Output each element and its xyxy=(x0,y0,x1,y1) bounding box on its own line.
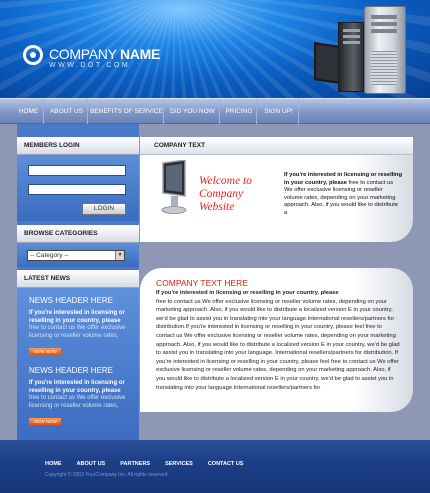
category-select[interactable]: -- Category -- ▼ xyxy=(27,250,125,261)
logo-url: WWW.DOT.COM xyxy=(49,62,131,69)
nav-about-us[interactable]: ABOUT US xyxy=(46,99,88,125)
logo-company-name[interactable]: COMPANY NAME xyxy=(49,46,160,62)
monitor-image-small xyxy=(314,42,340,84)
server-tower-image xyxy=(364,6,406,94)
dark-tower-image xyxy=(338,22,364,92)
news-header[interactable]: NEWS HEADER HERE xyxy=(29,296,133,306)
latest-news-heading: LATEST NEWS xyxy=(17,270,139,288)
view-now-button[interactable]: VIEW NOW xyxy=(29,348,61,355)
card2-body: free to contact us We offer exclusive li… xyxy=(156,298,400,391)
news-item: NEWS HEADER HERE If you're interested in… xyxy=(29,366,133,428)
nav-sign-up[interactable]: SIGN UP! xyxy=(259,99,299,125)
card1-text: If you're interested in licensing or res… xyxy=(284,172,402,218)
footer-link-about-us[interactable]: ABOUT US xyxy=(77,461,106,467)
card2-text: If you're interested in licensing or res… xyxy=(156,289,401,392)
card2-lead: If you're interested in licensing or res… xyxy=(156,290,339,296)
chevron-down-icon[interactable]: ▼ xyxy=(115,251,124,260)
company-text-here-heading: COMPANY TEXT HERE xyxy=(156,278,248,288)
view-now-button[interactable]: VIEW NOW xyxy=(29,418,61,425)
browse-categories-heading: BROWSE CATEGORIES xyxy=(17,225,139,243)
news-lead: If you're interested in licensing or res… xyxy=(29,310,125,324)
footer-link-partners[interactable]: PARTNERS xyxy=(120,461,150,467)
company-text-heading: COMPANY TEXT xyxy=(140,137,413,155)
password-input[interactable] xyxy=(28,184,126,195)
nav-home[interactable]: HOME xyxy=(14,99,44,125)
welcome-headline: Welcome to Company Website xyxy=(199,175,252,213)
monitor-image xyxy=(161,160,187,214)
nav-pricing[interactable]: PRICING xyxy=(222,99,257,125)
news-item: NEWS HEADER HERE If you're interested in… xyxy=(29,296,133,358)
logo-dot-icon xyxy=(30,52,36,58)
news-text: free to contact us We offer exclusive li… xyxy=(29,395,126,409)
footer-link-services[interactable]: SERVICES xyxy=(165,461,193,467)
copyright: Copyright © 2003 YourCompany Inc. All ri… xyxy=(45,472,169,478)
news-lead: If you're interested in licensing or res… xyxy=(29,380,125,394)
footer-links-row: HOME ABOUT US PARTNERS SERVICES CONTACT US xyxy=(45,461,243,467)
main-nav: HOME ABOUT US BENEFITS OF SERVICE DID YO… xyxy=(0,98,430,125)
login-button[interactable]: LOGIN xyxy=(82,203,126,215)
footer-link-contact-us[interactable]: CONTACT US xyxy=(208,461,244,467)
footer-link-home[interactable]: HOME xyxy=(45,461,62,467)
news-text: free to contact us We offer exclusive li… xyxy=(29,325,126,339)
nav-benefits-of-service[interactable]: BENEFITS OF SERVICE xyxy=(90,99,164,125)
members-login-heading: MEMBERS LOGIN xyxy=(17,137,139,155)
username-input[interactable] xyxy=(28,165,126,176)
category-select-value: -- Category -- xyxy=(30,252,69,259)
nav-did-you-now[interactable]: DID YOU NOW xyxy=(166,99,220,125)
news-header[interactable]: NEWS HEADER HERE xyxy=(29,366,133,376)
